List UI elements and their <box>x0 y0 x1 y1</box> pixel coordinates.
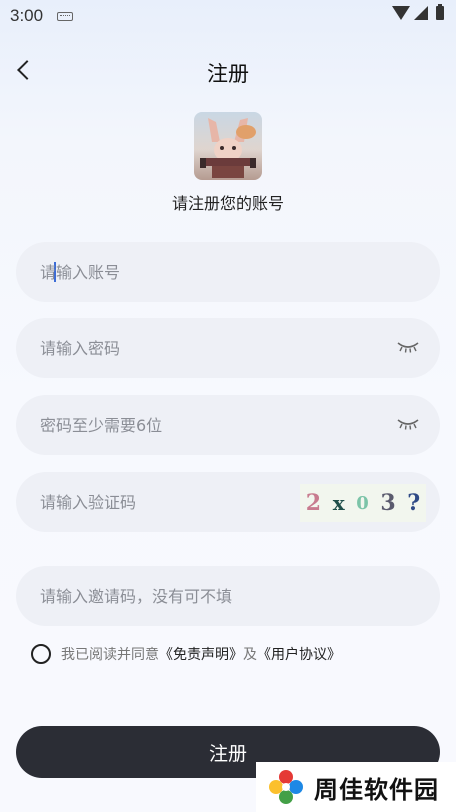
rabbit-illustration <box>200 118 256 178</box>
invite-code-field[interactable] <box>16 566 440 626</box>
status-time: 3:00 <box>10 6 44 25</box>
captcha-image[interactable]: 2 x 0 3 ? <box>300 484 426 522</box>
signal-icon <box>414 6 428 20</box>
password-input[interactable] <box>40 318 340 378</box>
invite-code-input[interactable] <box>40 566 420 626</box>
agreement-conjunction: 及 <box>243 647 257 663</box>
wifi-icon <box>392 6 410 20</box>
agreement-prefix: 我已阅读并同意 <box>61 647 159 663</box>
status-icons <box>392 4 444 20</box>
watermark: 周佳软件园 <box>256 762 456 812</box>
page-title: 注册 <box>207 62 249 86</box>
captcha-char: ? <box>407 490 421 516</box>
keyboard-icon <box>57 11 74 21</box>
user-agreement-link[interactable]: 《用户协议》 <box>257 644 341 664</box>
status-bar: 3:00 <box>0 0 456 32</box>
confirm-password-input[interactable] <box>40 395 340 455</box>
captcha-field[interactable]: 2 x 0 3 ? <box>16 472 440 532</box>
battery-icon <box>436 4 444 20</box>
confirm-password-field[interactable] <box>16 395 440 455</box>
register-subtitle: 请注册您的账号 <box>171 194 284 213</box>
captcha-char: 0 <box>356 492 369 514</box>
captcha-char: 2 <box>305 490 322 516</box>
agree-radio[interactable] <box>31 644 51 664</box>
eye-closed-icon[interactable] <box>396 340 420 354</box>
account-input[interactable] <box>40 242 340 302</box>
eye-closed-icon[interactable] <box>396 417 420 431</box>
password-field[interactable] <box>16 318 440 378</box>
watermark-text: 周佳软件园 <box>314 775 439 804</box>
account-field[interactable] <box>16 242 440 302</box>
app-logo <box>194 112 262 180</box>
captcha-input[interactable] <box>40 472 340 532</box>
nav-bar: 注册 <box>0 50 456 94</box>
captcha-char: x <box>332 491 345 515</box>
agreement-row: 我已阅读并同意 《免责声明》 及 《用户协议》 <box>31 642 341 666</box>
disclaimer-link[interactable]: 《免责声明》 <box>159 644 243 664</box>
captcha-char: 3 <box>380 490 396 516</box>
watermark-logo-icon <box>269 770 303 804</box>
